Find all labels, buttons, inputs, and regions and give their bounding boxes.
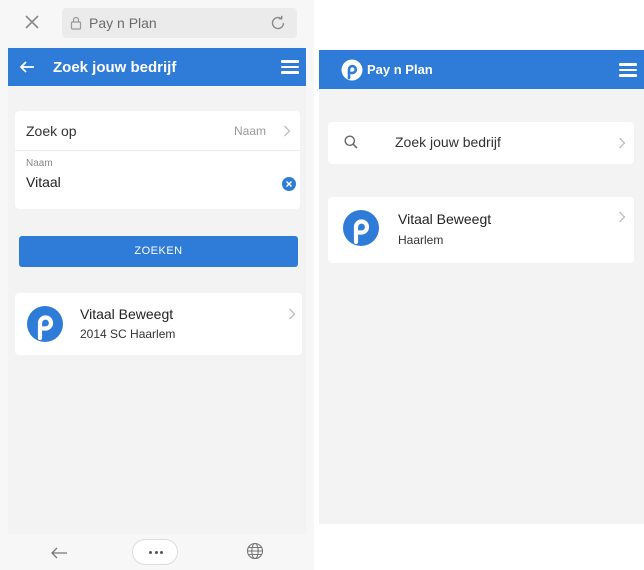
browser-bar: Pay n Plan <box>0 0 314 44</box>
right-screen: Pay n Plan Zoek jouw bedrijf Vitaal Bewe… <box>319 50 644 524</box>
menu-icon[interactable] <box>281 60 299 74</box>
search-page: Zoek op Naam Naam ZOEKEN Vitaal Beweegt … <box>8 86 306 534</box>
result-city: Haarlem <box>398 233 444 247</box>
nav-back-icon[interactable] <box>50 546 68 560</box>
zoek-op-value: Naam <box>233 124 266 138</box>
brand-name: Pay n Plan <box>367 62 433 77</box>
chevron-right-icon <box>619 211 626 223</box>
url-text: Pay n Plan <box>89 15 157 31</box>
zoek-op-selector[interactable]: Zoek op Naam <box>15 111 300 151</box>
browser-bottom-nav <box>0 534 314 570</box>
app-header: Pay n Plan <box>319 50 644 89</box>
close-icon[interactable] <box>22 12 42 32</box>
logo-icon <box>341 59 363 81</box>
zoek-op-label: Zoek op <box>26 123 77 139</box>
search-row[interactable]: Zoek jouw bedrijf <box>328 122 634 164</box>
search-icon <box>344 135 358 149</box>
menu-icon[interactable] <box>619 63 637 77</box>
page-title: Zoek jouw bedrijf <box>53 59 177 76</box>
url-bar[interactable]: Pay n Plan <box>62 8 297 38</box>
result-address: 2014 SC Haarlem <box>80 327 176 341</box>
logo-icon <box>27 306 63 342</box>
result-item[interactable]: Vitaal Beweegt 2014 SC Haarlem <box>15 293 302 355</box>
result-item[interactable]: Vitaal Beweegt Haarlem <box>328 197 634 263</box>
result-name: Vitaal Beweegt <box>80 306 174 322</box>
back-arrow-icon[interactable] <box>19 59 35 75</box>
app-header: Zoek jouw bedrijf <box>8 48 306 86</box>
naam-label: Naam <box>26 158 53 169</box>
search-label: Zoek jouw bedrijf <box>395 134 501 150</box>
reload-icon[interactable] <box>269 14 287 32</box>
chevron-right-icon <box>284 125 291 137</box>
globe-icon[interactable] <box>246 542 264 560</box>
naam-input[interactable] <box>26 171 266 193</box>
logo-icon <box>343 210 379 246</box>
lock-icon <box>70 16 82 30</box>
zoeken-button[interactable]: ZOEKEN <box>19 236 298 267</box>
result-name: Vitaal Beweegt <box>398 211 492 227</box>
clear-icon[interactable] <box>282 177 296 191</box>
chevron-right-icon <box>619 137 626 149</box>
chevron-right-icon <box>289 308 296 320</box>
left-screen: Pay n Plan Zoek jouw bedrijf Zoek op Naa… <box>0 0 314 570</box>
search-form: Zoek op Naam Naam <box>15 111 300 209</box>
more-icon[interactable] <box>132 539 178 565</box>
